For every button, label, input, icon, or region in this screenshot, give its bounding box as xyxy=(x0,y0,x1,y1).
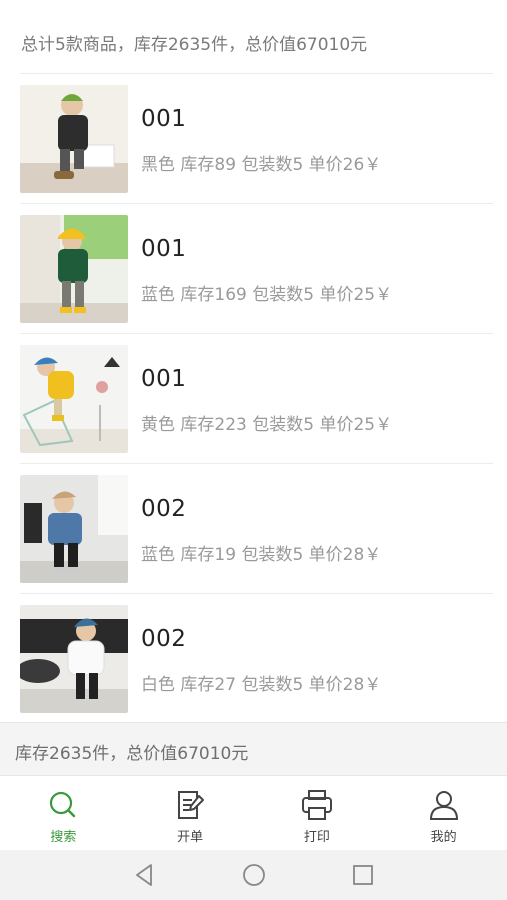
tab-print[interactable]: 打印 xyxy=(254,778,381,848)
printer-icon xyxy=(301,790,332,820)
inventory-summary: 总计5款商品，库存2635件，总价值67010元 xyxy=(0,0,507,74)
back-triangle-icon xyxy=(135,864,152,886)
product-details: 蓝色 库存19 包装数5 单价28￥ xyxy=(141,545,382,565)
product-row[interactable]: 002 蓝色 库存19 包装数5 单价28￥ xyxy=(0,464,507,594)
product-row[interactable]: 002 白色 库存27 包装数5 单价28￥ xyxy=(0,594,507,724)
product-details: 黑色 库存89 包装数5 单价26￥ xyxy=(141,155,382,175)
home-circle-icon xyxy=(242,864,265,886)
user-icon xyxy=(429,791,458,820)
system-nav-bar xyxy=(0,850,507,900)
product-list: 001 黑色 库存89 包装数5 单价26￥ 001 蓝色 库存169 包装数5… xyxy=(0,74,507,724)
tab-profile[interactable]: 我的 xyxy=(380,778,507,848)
tab-label: 打印 xyxy=(303,830,330,845)
product-row[interactable]: 001 蓝色 库存169 包装数5 单价25￥ xyxy=(0,204,507,334)
tab-label: 我的 xyxy=(430,830,457,845)
tab-search[interactable]: 搜索 xyxy=(0,778,127,848)
product-thumbnail xyxy=(20,605,128,713)
nav-recent-button[interactable] xyxy=(308,850,417,900)
nav-home-button[interactable] xyxy=(199,850,308,900)
product-details: 黄色 库存223 包装数5 单价25￥ xyxy=(141,415,393,435)
product-code: 002 xyxy=(141,626,187,652)
edit-document-icon xyxy=(178,791,205,819)
product-code: 001 xyxy=(141,106,187,132)
recent-square-icon xyxy=(352,865,373,885)
product-thumbnail xyxy=(20,475,128,583)
product-thumbnail xyxy=(20,215,128,323)
nav-back-button[interactable] xyxy=(90,850,199,900)
product-thumbnail xyxy=(20,345,128,453)
tab-label: 开单 xyxy=(177,830,204,845)
product-row[interactable]: 001 黄色 库存223 包装数5 单价25￥ xyxy=(0,334,507,464)
tab-label: 搜索 xyxy=(50,830,77,845)
product-thumbnail xyxy=(20,85,128,193)
product-details: 蓝色 库存169 包装数5 单价25￥ xyxy=(141,285,393,305)
product-code: 001 xyxy=(141,366,187,392)
product-row[interactable]: 001 黑色 库存89 包装数5 单价26￥ xyxy=(0,74,507,204)
product-code: 002 xyxy=(141,496,187,522)
product-details: 白色 库存27 包装数5 单价28￥ xyxy=(141,675,382,695)
search-icon xyxy=(50,791,76,818)
inventory-total-bar: 库存2635件，总价值67010元 xyxy=(0,722,507,776)
product-code: 001 xyxy=(141,236,187,262)
tab-create-order[interactable]: 开单 xyxy=(127,778,254,848)
bottom-tab-bar: 搜索 开单 打印 我的 xyxy=(0,778,507,848)
